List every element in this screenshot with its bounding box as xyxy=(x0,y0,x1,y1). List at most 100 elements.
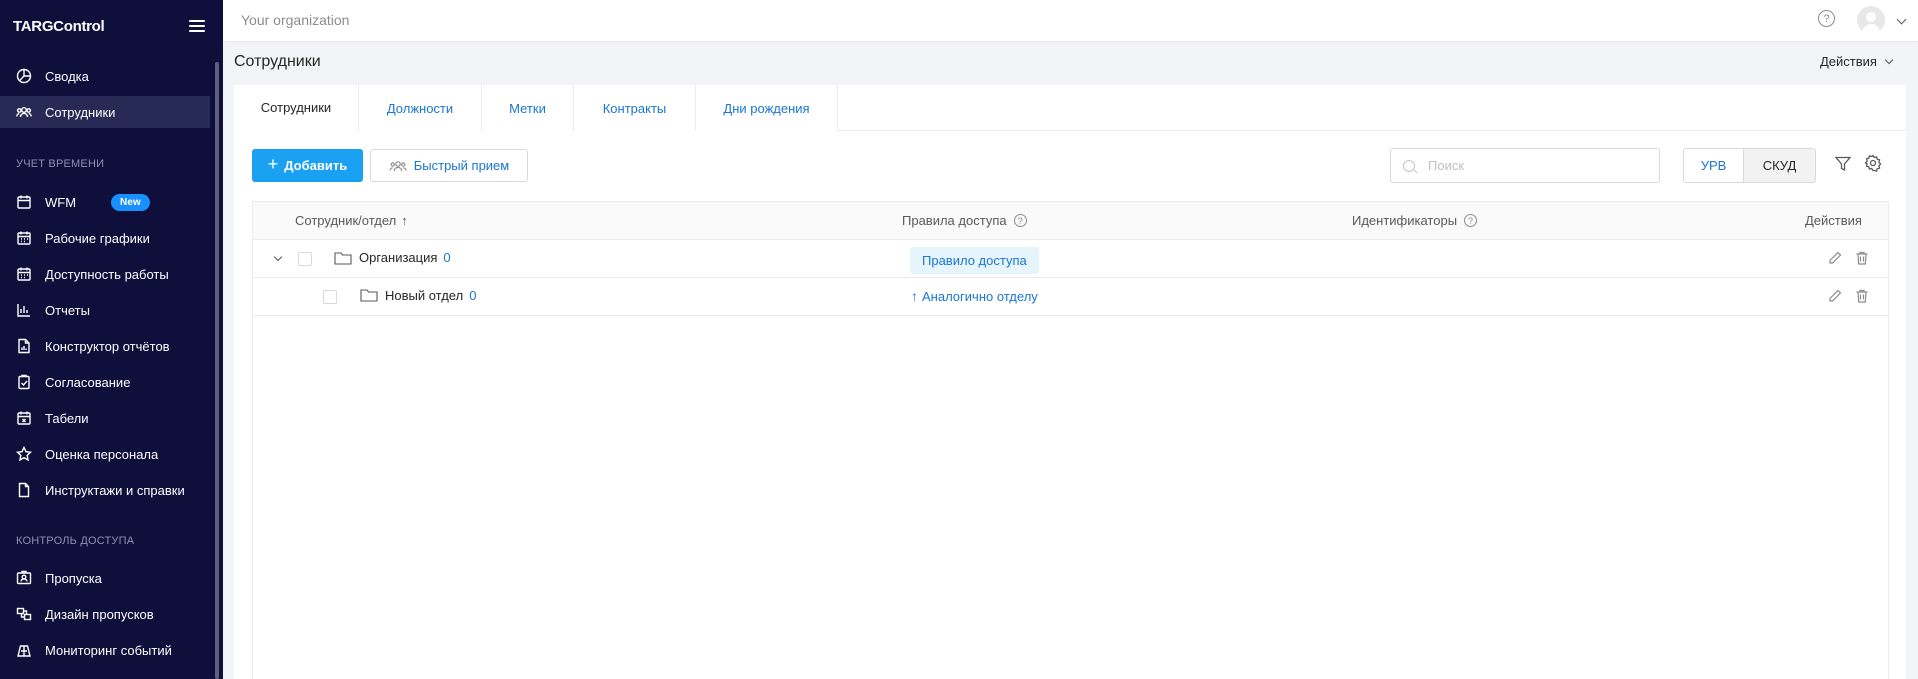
help-icon[interactable]: ? xyxy=(1013,214,1027,227)
sidebar-item-label: Пропуска xyxy=(45,570,102,586)
edit-icon[interactable] xyxy=(1827,288,1843,304)
access-rule-tag[interactable]: Правило доступа xyxy=(910,247,1039,274)
sidebar-item-briefings[interactable]: Инструктажи и справки xyxy=(0,474,210,506)
sidebar-item-schedules[interactable]: Рабочие графики xyxy=(0,222,210,254)
delete-icon[interactable] xyxy=(1854,250,1870,266)
sidebar-item-employees[interactable]: Сотрудники xyxy=(0,96,210,128)
tab-bar: Сотрудники Должности Метки Контракты Дни… xyxy=(234,85,1906,131)
sidebar-item-label: Оценка персонала xyxy=(45,446,159,462)
monitor-icon xyxy=(16,642,32,658)
sidebar-item-event-monitoring[interactable]: Мониторинг событий xyxy=(0,634,210,666)
mode-switch: УРВ СКУД xyxy=(1683,148,1816,183)
star-icon xyxy=(16,446,32,462)
menu-toggle-icon[interactable] xyxy=(189,20,205,32)
tab-positions[interactable]: Должности xyxy=(359,85,482,131)
row-checkbox[interactable] xyxy=(323,290,337,304)
sidebar-item-label: Мониторинг событий xyxy=(45,642,172,658)
mode-skud-button[interactable]: СКУД xyxy=(1744,149,1815,182)
employee-count: 0 xyxy=(469,288,477,303)
sidebar-header: TARGControl xyxy=(0,0,223,52)
mode-urv-button[interactable]: УРВ xyxy=(1684,149,1744,182)
employees-table: Сотрудник/отдел ↑ Правила доступа ? Иден… xyxy=(252,201,1889,679)
actions-label: Действия xyxy=(1820,54,1877,69)
inherit-rule-link[interactable]: ↑ Аналогично отделу xyxy=(911,288,1038,304)
tab-birthdays[interactable]: Дни рождения xyxy=(696,85,838,131)
arrow-up-icon: ↑ xyxy=(911,288,918,304)
department-name[interactable]: Новый отдел 0 xyxy=(385,288,476,303)
column-identifiers: Идентификаторы ? xyxy=(1352,213,1478,228)
quick-hire-label: Быстрый прием xyxy=(413,158,510,173)
tab-tags[interactable]: Метки xyxy=(482,85,574,131)
sidebar-item-label: WFM xyxy=(45,194,77,210)
sidebar-item-label: Доступность работы xyxy=(45,266,169,282)
column-actions: Действия xyxy=(1805,213,1862,228)
tab-employees[interactable]: Сотрудники xyxy=(234,85,359,131)
file-icon xyxy=(16,482,32,498)
section-access-control: КОНТРОЛЬ ДОСТУПА xyxy=(16,535,135,547)
sidebar-item-timesheets[interactable]: Табели xyxy=(0,402,210,434)
folder-icon xyxy=(360,289,378,302)
chevron-down-icon xyxy=(1884,55,1894,65)
page-actions-dropdown[interactable]: Действия xyxy=(1820,54,1894,69)
calendar-icon xyxy=(16,194,32,210)
content-card: Сотрудники Должности Метки Контракты Дни… xyxy=(234,85,1906,679)
sidebar-item-evaluation[interactable]: Оценка персонала xyxy=(0,438,210,470)
table-row: Организация 0 Правило доступа xyxy=(253,240,1888,278)
design-icon xyxy=(16,606,32,622)
file-chart-icon xyxy=(16,338,32,354)
help-icon[interactable]: ? xyxy=(1464,214,1478,227)
page-title: Сотрудники xyxy=(234,53,321,70)
plus-icon: + xyxy=(267,154,279,174)
sidebar-item-wfm[interactable]: WFM New xyxy=(0,186,210,218)
avatar[interactable] xyxy=(1857,6,1885,34)
edit-icon[interactable] xyxy=(1827,250,1843,266)
sidebar-scrollbar[interactable] xyxy=(215,62,219,679)
folder-icon xyxy=(334,252,352,265)
sidebar-item-approval[interactable]: Согласование xyxy=(0,366,210,398)
department-name[interactable]: Организация 0 xyxy=(359,250,451,265)
clipboard-check-icon xyxy=(16,374,32,390)
sidebar-item-label: Сводка xyxy=(45,68,89,84)
organization-name[interactable]: Your organization xyxy=(241,12,349,28)
users-icon xyxy=(16,104,32,120)
sidebar: TARGControl Сводка Сотрудники УЧЕТ ВРЕМЕ… xyxy=(0,0,223,679)
new-badge: New xyxy=(111,193,150,211)
quick-hire-button[interactable]: Быстрый прием xyxy=(370,149,528,182)
sidebar-item-label: Рабочие графики xyxy=(45,230,150,246)
sidebar-item-passes[interactable]: Пропуска xyxy=(0,562,210,594)
row-checkbox[interactable] xyxy=(298,252,312,266)
delete-icon[interactable] xyxy=(1854,288,1870,304)
column-access-rules: Правила доступа ? xyxy=(902,213,1027,228)
sidebar-item-report-builder[interactable]: Конструктор отчётов xyxy=(0,330,210,362)
search-box xyxy=(1390,148,1660,183)
badge-icon xyxy=(16,570,32,586)
sidebar-item-label: Сотрудники xyxy=(45,104,116,120)
table-header: Сотрудник/отдел ↑ Правила доступа ? Иден… xyxy=(253,202,1888,240)
sidebar-item-label: Согласование xyxy=(45,374,131,390)
bar-chart-icon xyxy=(16,302,32,318)
sidebar-item-summary[interactable]: Сводка xyxy=(0,60,210,92)
search-input[interactable] xyxy=(1428,158,1648,173)
users-icon xyxy=(389,160,407,171)
filter-icon[interactable] xyxy=(1834,155,1852,173)
calendar-x-icon xyxy=(16,410,32,426)
tab-contracts[interactable]: Контракты xyxy=(574,85,696,131)
sidebar-item-reports[interactable]: Отчеты xyxy=(0,294,210,326)
add-button[interactable]: + Добавить xyxy=(252,149,363,182)
expand-chevron-icon[interactable] xyxy=(273,252,283,262)
gear-icon[interactable] xyxy=(1864,154,1882,172)
sidebar-item-label: Дизайн пропусков xyxy=(45,606,154,622)
chevron-down-icon[interactable] xyxy=(1896,14,1907,25)
table-row: Новый отдел 0 ↑ Аналогично отделу xyxy=(253,278,1888,316)
column-employee[interactable]: Сотрудник/отдел ↑ xyxy=(295,213,408,228)
sidebar-item-availability[interactable]: Доступность работы xyxy=(0,258,210,290)
calendar-icon xyxy=(16,230,32,246)
help-icon[interactable]: ? xyxy=(1818,10,1835,27)
calendar-icon xyxy=(16,266,32,282)
logo: TARGControl xyxy=(13,17,105,35)
sidebar-item-label: Конструктор отчётов xyxy=(45,338,170,354)
section-time-tracking: УЧЕТ ВРЕМЕНИ xyxy=(16,158,105,170)
search-icon xyxy=(1403,159,1415,172)
sidebar-item-pass-design[interactable]: Дизайн пропусков xyxy=(0,598,210,630)
sidebar-item-label: Табели xyxy=(45,410,89,426)
